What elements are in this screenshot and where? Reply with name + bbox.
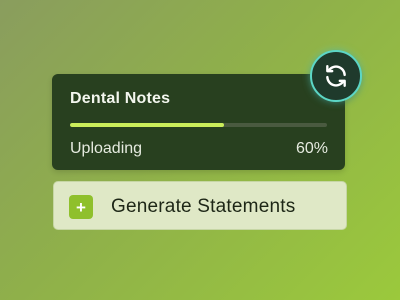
generate-statements-button[interactable]: + Generate Statements [53,181,347,230]
file-title: Dental Notes [70,90,171,107]
refresh-button[interactable] [310,50,362,102]
refresh-icon [326,65,346,87]
progress-fill [70,123,225,127]
upload-status: Uploading [70,140,143,157]
progress-bar [70,123,327,127]
upload-percent: 60% [295,140,328,157]
plus-icon: + [69,195,93,219]
generate-statements-label: Generate Statements [111,196,296,217]
upload-card: Dental Notes Uploading 60% [52,74,345,170]
